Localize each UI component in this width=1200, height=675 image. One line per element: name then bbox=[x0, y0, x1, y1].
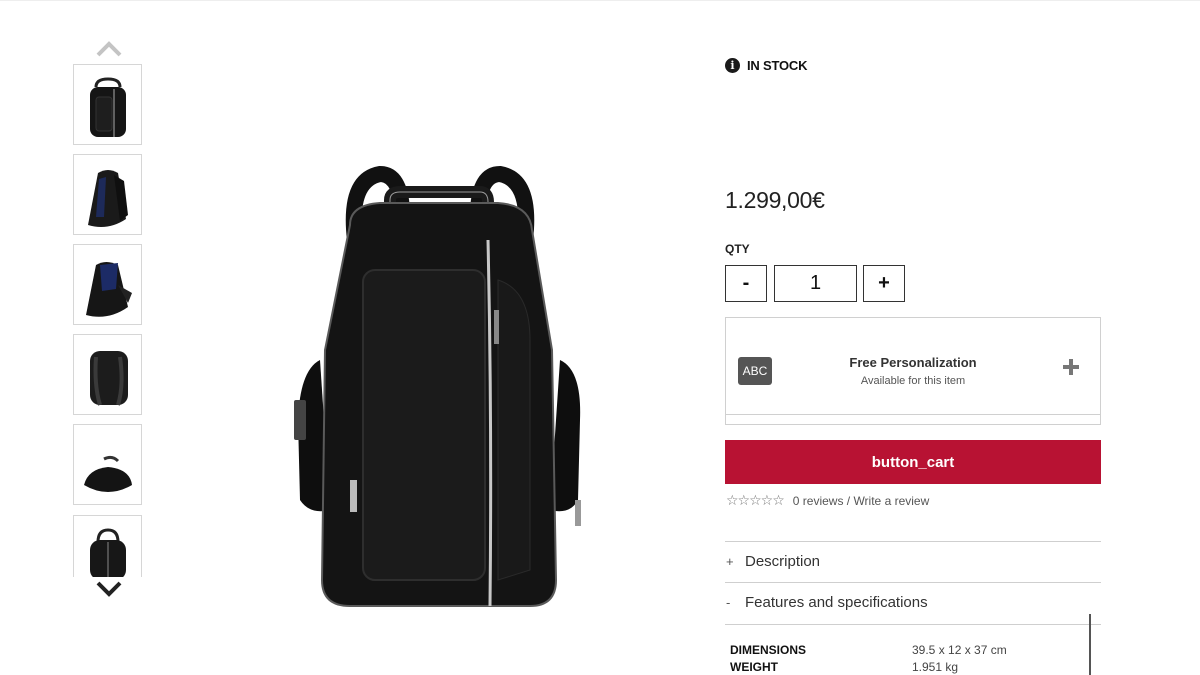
star-rating-icon: ☆☆☆☆☆ bbox=[726, 493, 785, 509]
chevron-down-icon[interactable] bbox=[95, 578, 123, 600]
thumbnail-bottom[interactable] bbox=[73, 424, 142, 505]
info-icon: i bbox=[725, 58, 740, 73]
plus-icon[interactable] bbox=[1062, 358, 1080, 376]
spec-value: 1.951 kg bbox=[912, 660, 959, 674]
add-to-cart-button[interactable]: button_cart bbox=[725, 440, 1101, 484]
spec-key: DIMENSIONS bbox=[730, 643, 807, 657]
personalization-divider bbox=[726, 414, 1100, 415]
accordion-description-label: Description bbox=[745, 553, 821, 570]
spec-value: 39.5 x 12 x 37 cm bbox=[912, 643, 1007, 657]
qty-input[interactable] bbox=[774, 265, 857, 302]
collapse-icon: - bbox=[726, 595, 731, 610]
qty-decrease-button[interactable]: - bbox=[725, 265, 767, 302]
personalization-subtitle: Available for this item bbox=[860, 375, 966, 387]
accordion-features[interactable]: - Features and specifications bbox=[726, 594, 928, 611]
accordion-features-label: Features and specifications bbox=[745, 594, 928, 611]
thumbnail-front[interactable] bbox=[73, 64, 142, 145]
personalization-panel[interactable]: ABC Free Personalization Available for t… bbox=[725, 317, 1101, 425]
divider bbox=[725, 624, 1101, 625]
top-border bbox=[0, 0, 1200, 1]
divider bbox=[725, 541, 1101, 542]
divider bbox=[725, 582, 1101, 583]
reviews-link[interactable]: 0 reviews / Write a review bbox=[793, 494, 929, 508]
stock-status: i IN STOCK bbox=[725, 58, 807, 73]
product-main-image bbox=[230, 40, 650, 660]
spec-key: WEIGHT bbox=[730, 660, 778, 674]
thumbnail-side-open[interactable] bbox=[73, 154, 142, 235]
stock-status-text: IN STOCK bbox=[747, 58, 808, 73]
personalization-title: Free Personalization bbox=[849, 355, 977, 370]
thumbnail-back[interactable] bbox=[73, 334, 142, 415]
thumbnail-side-pocket[interactable] bbox=[73, 244, 142, 325]
rating-row: ☆☆☆☆☆ 0 reviews / Write a review bbox=[726, 493, 929, 509]
qty-label: QTY bbox=[725, 242, 750, 256]
product-price: 1.299,00€ bbox=[725, 187, 825, 213]
accordion-description[interactable]: + Description bbox=[726, 553, 820, 570]
thumbnail-top[interactable] bbox=[73, 515, 142, 577]
expand-icon: + bbox=[726, 554, 734, 569]
chevron-up-icon[interactable] bbox=[95, 38, 123, 58]
scrollbar[interactable] bbox=[1089, 614, 1091, 675]
qty-increase-button[interactable]: + bbox=[863, 265, 905, 302]
